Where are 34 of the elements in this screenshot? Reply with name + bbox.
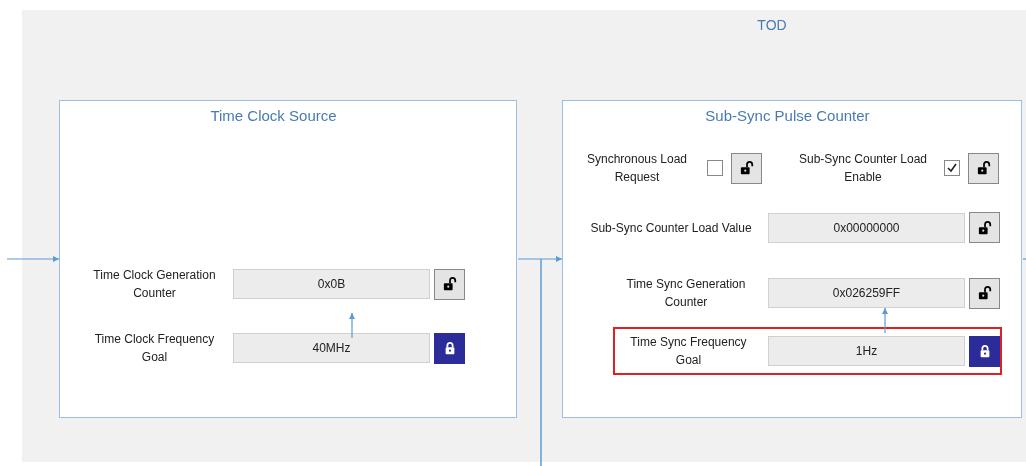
connector-line (1022, 258, 1026, 260)
open-padlock-icon (739, 161, 754, 175)
open-padlock-icon (977, 220, 992, 235)
connector-arrow (517, 256, 563, 262)
connector-arrow (882, 307, 888, 334)
open-padlock-icon (977, 286, 992, 300)
diagram-title: TOD (756, 17, 788, 35)
field-label: Time Sync Generation Counter (625, 276, 747, 311)
checkbox[interactable] (707, 160, 723, 176)
open-padlock-icon (442, 277, 457, 291)
value-field[interactable]: 0x00000000 (768, 212, 965, 243)
field-label: Sub-Sync Counter Load Value (589, 219, 753, 237)
checkbox[interactable] (944, 160, 960, 176)
open-padlock-icon (976, 161, 991, 175)
lock-button[interactable] (968, 152, 999, 184)
field-label: Time Clock Generation Counter (92, 267, 217, 302)
lock-button[interactable] (969, 277, 1000, 309)
connector-arrow (6, 256, 60, 262)
lock-button[interactable] (969, 212, 1000, 243)
lock-button[interactable] (434, 268, 465, 300)
lock-button[interactable] (731, 152, 762, 184)
field-label: Time Sync Frequency Goal (629, 334, 748, 369)
value-field[interactable]: 0x0B (233, 269, 430, 299)
checkbox-label: Synchronous Load Request (585, 151, 689, 186)
value-field[interactable]: 40MHz (233, 333, 430, 363)
value-field[interactable]: 1Hz (768, 336, 965, 366)
field-label: Time Clock Frequency Goal (93, 331, 216, 366)
checkbox-label: Sub-Sync Counter Load Enable (797, 151, 929, 186)
panel-title: Sub-Sync Pulse Counter (705, 107, 870, 124)
connector-arrow (349, 312, 355, 339)
value-field[interactable]: 0x026259FF (768, 278, 965, 308)
panel-title: Time Clock Source (210, 107, 337, 124)
lock-button[interactable] (969, 335, 1000, 367)
lock-button[interactable] (434, 332, 465, 364)
